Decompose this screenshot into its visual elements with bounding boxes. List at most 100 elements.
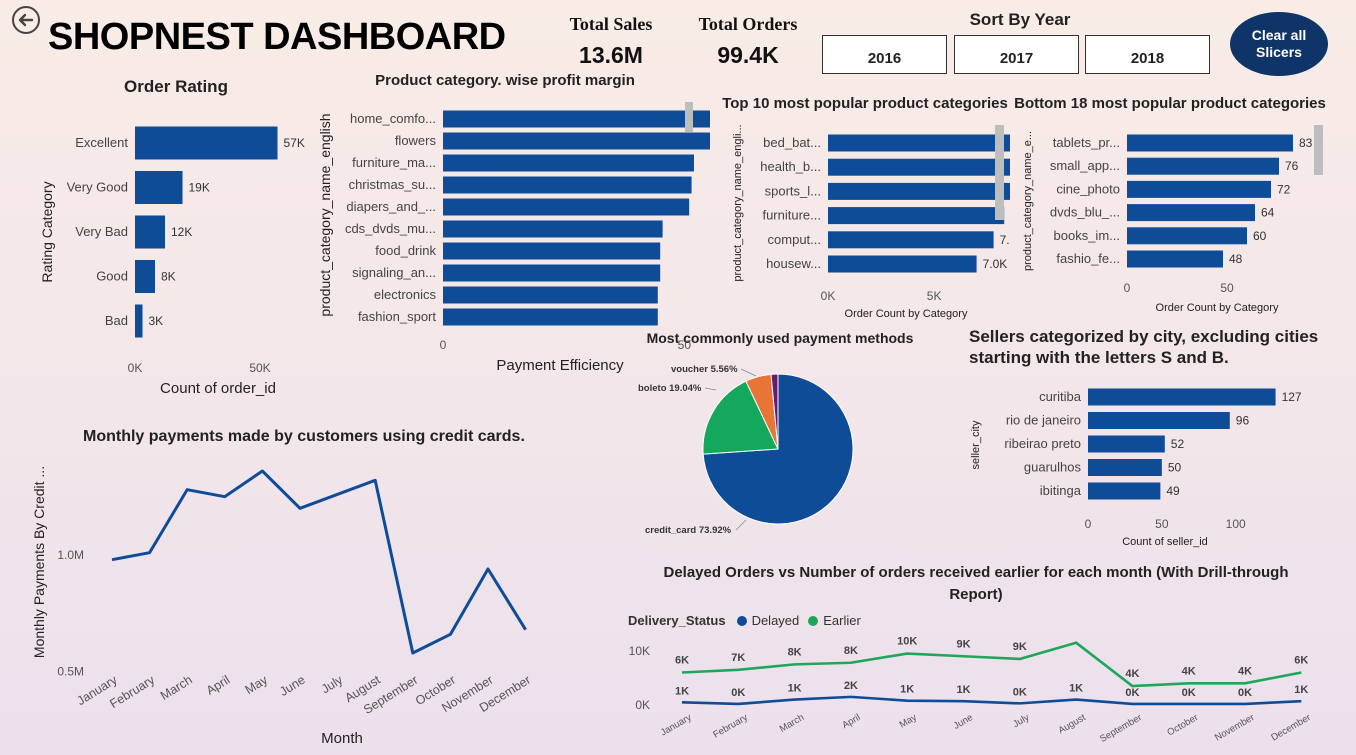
value-label-4: 3K (149, 314, 164, 328)
x-axis-label: Payment Efficiency (496, 357, 624, 374)
bar-4 (828, 231, 994, 249)
bottom18-title: Bottom 18 most popular product categorie… (1014, 95, 1326, 112)
bar-7 (443, 264, 661, 282)
scrollbar (995, 125, 1004, 220)
label-earlier-0: 6K (675, 655, 689, 667)
pie-label-1: boleto 19.04% (638, 383, 702, 394)
x-tick-0: 0K (821, 289, 836, 303)
label-delayed-6: 0K (1013, 686, 1027, 698)
bar-1 (1127, 157, 1279, 175)
bar-0 (443, 110, 710, 128)
value-label-5: 48 (1229, 252, 1243, 266)
label-earlier-9: 4K (1182, 665, 1196, 677)
x-tick-0: January (659, 712, 694, 739)
category-label-0: curitiba (1039, 389, 1082, 404)
bar-1 (1088, 412, 1230, 429)
total-orders-label: Total Orders (698, 14, 798, 34)
x-tick-2: 100 (1226, 517, 1246, 531)
x-tick-2: March (158, 673, 195, 703)
y-axis-label: Monthly Payments By Credit ... (31, 466, 47, 658)
value-label-2: 52 (1171, 437, 1185, 451)
clear-slicers-button[interactable]: Clear all Slicers (1230, 12, 1328, 76)
bar-4 (1088, 482, 1161, 500)
bar-2 (1088, 435, 1165, 453)
category-label-3: christmas_su... (349, 177, 436, 192)
x-tick-7: August (1056, 712, 1087, 736)
label-delayed-1: 0K (731, 687, 745, 699)
value-label-4: 60 (1253, 229, 1267, 243)
delayed-title: Delayed Orders vs Number of orders recei… (663, 564, 1289, 603)
category-label-4: comput... (768, 232, 821, 247)
category-label-2: furniture_ma... (352, 155, 436, 170)
line-earlier (681, 641, 1302, 688)
x-tick-11: December (1269, 712, 1312, 743)
year-2018-button[interactable]: 2018 (1085, 35, 1210, 74)
y-axis-label: product_category_name_e... (1022, 131, 1034, 271)
top10-title: Top 10 most popular product categories (722, 95, 1008, 112)
profit-margin-title: Product category. wise profit margin (375, 72, 635, 89)
label-delayed-7: 1K (1069, 683, 1083, 695)
value-label-3: 64 (1261, 206, 1275, 220)
pie-leader-2 (740, 368, 757, 377)
credit-monthly-chart: 0.5M1.0MJanuaryFebruary March April May June… (31, 466, 533, 747)
y-tick-1: 10K (629, 644, 650, 658)
category-label-4: books_im... (1054, 228, 1120, 243)
category-label-4: Bad (105, 313, 128, 328)
category-label-5: cds_dvds_mu... (345, 221, 436, 236)
value-label-1: 76 (1285, 159, 1299, 173)
category-label-1: rio de janeiro (1006, 413, 1081, 428)
bar-2 (828, 182, 1010, 200)
category-label-0: bed_bat... (763, 135, 821, 150)
x-tick-1: 5K (927, 289, 942, 303)
category-label-1: flowers (395, 133, 437, 148)
y-axis-label: seller_city (970, 420, 982, 469)
pie-leader-0 (735, 519, 747, 531)
x-tick-1: 50 (1155, 517, 1169, 531)
x-axis-label: Order Count by Category (1156, 302, 1279, 314)
x-tick-9: October (1165, 712, 1200, 738)
x-tick-6: July (1011, 712, 1031, 730)
label-delayed-0: 1K (675, 685, 689, 697)
category-label-3: Good (96, 269, 128, 284)
category-label-8: electronics (374, 287, 437, 302)
x-tick-1: 50 (1220, 281, 1234, 295)
x-axis-label: Order Count by Category (845, 308, 968, 320)
bar-5 (443, 220, 663, 238)
value-label-2: 12K (171, 225, 192, 239)
pie-label-0: credit_card 73.92% (645, 525, 732, 536)
value-label-0: 57K (284, 136, 305, 150)
label-delayed-4: 1K (900, 684, 914, 696)
value-label-2: 72 (1277, 182, 1291, 196)
total-sales-label: Total Sales (569, 14, 653, 34)
total-orders-value: 99.4K (717, 42, 779, 68)
label-delayed-11: 1K (1294, 684, 1308, 696)
bar-4 (443, 198, 690, 216)
scrollbar (685, 102, 693, 132)
bar-3 (135, 260, 155, 293)
label-earlier-4: 10K (897, 636, 917, 648)
x-tick-1: February (711, 712, 750, 741)
legend-earlier-swatch (808, 615, 819, 626)
category-label-6: food_drink (375, 243, 436, 258)
category-label-3: furniture... (762, 208, 821, 223)
x-tick-0: 0 (1085, 517, 1092, 531)
x-tick-3: April (840, 712, 862, 731)
x-axis-label: Count of seller_id (1122, 536, 1208, 548)
bar-0 (135, 126, 278, 160)
category-label-0: Excellent (75, 135, 128, 150)
category-label-5: fashio_fe... (1056, 251, 1120, 266)
x-axis-label: Month (321, 730, 363, 747)
year-2017-button[interactable]: 2017 (954, 35, 1079, 74)
pie-label-2: voucher 5.56% (671, 364, 738, 375)
value-label-1: 96 (1236, 414, 1250, 428)
x-tick-0: 0 (1124, 281, 1131, 295)
y-tick-0: 0K (635, 698, 650, 712)
back-arrow-icon[interactable] (12, 6, 40, 34)
label-earlier-2: 8K (788, 646, 802, 658)
year-2016-button[interactable]: 2016 (822, 35, 947, 74)
x-tick-4: May (243, 672, 271, 697)
label-delayed-2: 1K (788, 683, 802, 695)
label-delayed-10: 0K (1238, 687, 1252, 699)
category-label-7: signaling_an... (352, 265, 436, 280)
label-delayed-5: 1K (956, 684, 970, 696)
